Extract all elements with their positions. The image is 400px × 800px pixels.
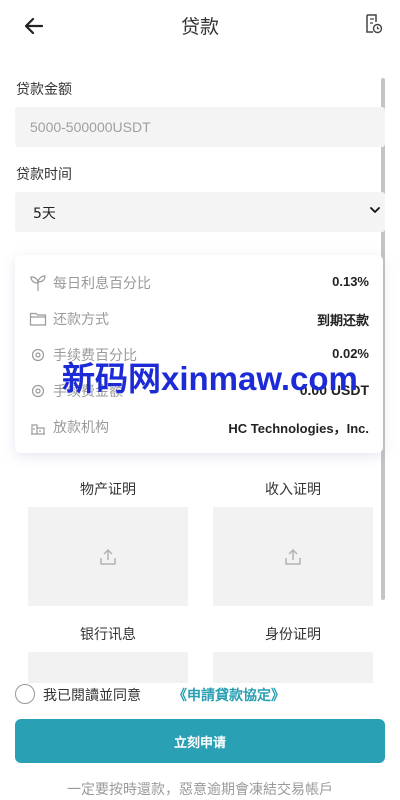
upload-icon	[100, 548, 116, 565]
identity-proof-label: 身份证明	[265, 627, 321, 643]
income-proof-label: 收入证明	[265, 482, 321, 498]
detail-row-lender: 放款机构 HC Technologies，Inc.	[29, 416, 369, 438]
bank-info-label: 银行讯息	[80, 627, 136, 643]
chevron-down-icon	[370, 207, 380, 213]
folder-icon	[29, 312, 47, 326]
time-label: 贷款时间	[16, 167, 72, 183]
gear-icon	[31, 348, 45, 362]
detail-row-repayment: 还款方式 到期还款	[29, 308, 369, 330]
income-proof-upload[interactable]	[213, 507, 373, 606]
footer-note: 一定要按時還款，惡意逾期會凍結交易帳戶	[67, 782, 333, 798]
loan-records-button[interactable]	[362, 12, 386, 36]
detail-value: HC Technologies，Inc.	[228, 421, 369, 436]
detail-value: 到期还款	[316, 313, 369, 328]
sprout-icon	[30, 275, 46, 291]
watermark: 新码网xinmaw.com	[62, 360, 358, 397]
amount-label: 贷款金额	[16, 82, 72, 98]
agreement-text: 我已閱讀並同意	[43, 688, 141, 704]
agreement-row: 我已閱讀並同意 《申請貸款協定》	[15, 683, 385, 705]
agreement-radio[interactable]	[15, 684, 35, 704]
agreement-link[interactable]: 《申請貸款協定》	[173, 685, 285, 705]
detail-label: 每日利息百分比	[53, 276, 151, 292]
amount-field-box	[15, 107, 385, 147]
property-proof-upload[interactable]	[28, 507, 188, 606]
upload-icon	[285, 548, 301, 565]
detail-label: 放款机构	[53, 420, 109, 436]
document-clock-icon	[366, 14, 383, 34]
detail-row-interest: 每日利息百分比 0.13%	[29, 272, 369, 294]
page-title: 贷款	[180, 16, 219, 38]
time-select[interactable]: 5天	[15, 192, 385, 232]
bank-info-upload[interactable]	[28, 652, 188, 683]
header: 贷款	[0, 0, 400, 50]
amount-input[interactable]	[15, 107, 385, 147]
submit-button[interactable]: 立刻申请	[15, 719, 385, 763]
time-select-value: 5天	[33, 206, 56, 222]
property-proof-label: 物产证明	[80, 482, 136, 498]
bank-icon	[31, 424, 45, 435]
detail-value: 0.13%	[332, 274, 369, 289]
identity-proof-upload[interactable]	[213, 652, 373, 683]
gear-icon	[31, 384, 45, 398]
detail-label: 还款方式	[53, 312, 109, 328]
